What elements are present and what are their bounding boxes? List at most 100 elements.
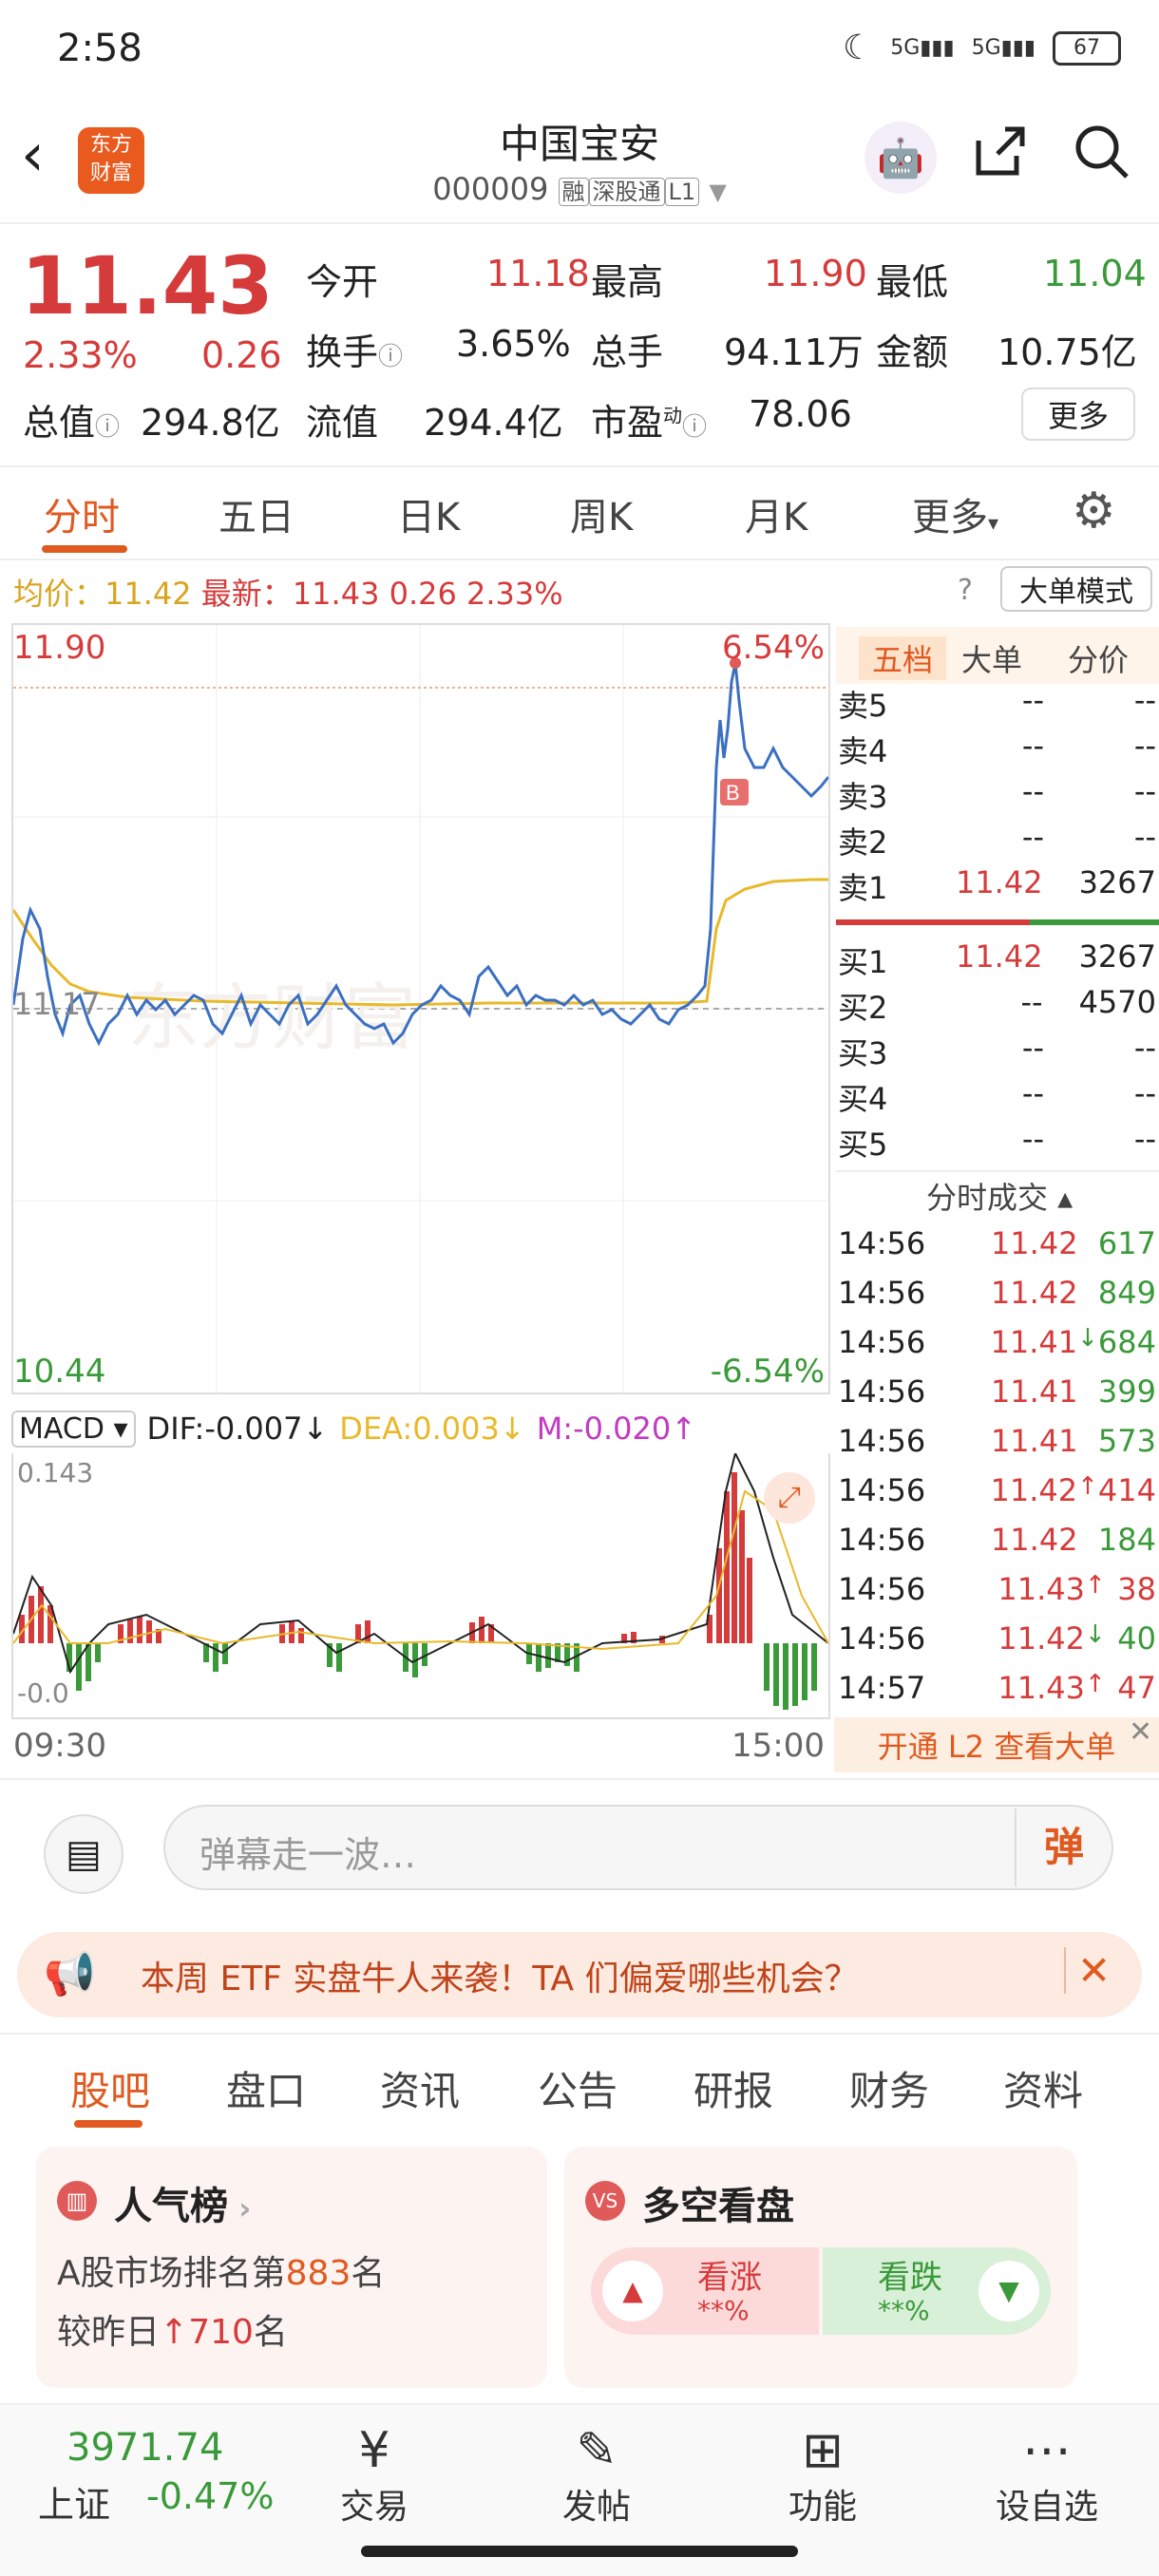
expand-icon[interactable]: ⤢ xyxy=(764,1472,815,1524)
bids-row[interactable]: 买1 11.42 3267 xyxy=(838,938,1156,984)
down-arrow-icon: ▼ xyxy=(978,2261,1039,2321)
index-name: 上证 xyxy=(38,2484,111,2526)
amount-value: 10.75亿 xyxy=(998,331,1137,373)
intraday-chart[interactable]: 东方财富 B 11.90 6.54% 11.17 10.44 -6.54% xyxy=(11,623,830,1394)
danmu-placeholder: 弹幕走一波… xyxy=(200,1834,417,1876)
tab-weekly-k[interactable]: 周K xyxy=(570,486,633,541)
nav-post[interactable]: ✎ 发帖 xyxy=(521,2403,673,2529)
tab-monthly-k[interactable]: 月K xyxy=(745,486,808,541)
trade-arrow xyxy=(1078,1373,1098,1423)
tab-intraday[interactable]: 分时 xyxy=(44,486,120,541)
moon-icon: ☾ xyxy=(842,28,874,67)
bull-button[interactable]: ▲ 看涨 **% xyxy=(591,2247,819,2335)
bids-price: -- xyxy=(1021,1075,1044,1111)
info-icon[interactable]: ⓘ xyxy=(95,413,120,442)
status-time: 2:58 xyxy=(57,27,142,70)
sentiment-card[interactable]: VS 多空看盘 ▲ 看涨 **% 看跌 **% ▼ xyxy=(564,2147,1077,2388)
trades-title[interactable]: 分时成交 ▴ xyxy=(926,1174,1073,1218)
nav-trade[interactable]: ¥ 交易 xyxy=(298,2403,450,2529)
asks-row[interactable]: 卖5 -- -- xyxy=(838,682,1156,728)
settings-icon[interactable]: ⚙ xyxy=(1072,483,1116,540)
tab-finance[interactable]: 财务 xyxy=(849,2059,929,2117)
tab-big-orders[interactable]: 大单 xyxy=(961,636,1022,680)
asks-row[interactable]: 卖2 -- -- xyxy=(838,819,1156,864)
trade-time: 14:56 xyxy=(838,1423,926,1459)
trade-arrow: ↑ xyxy=(1077,1472,1098,1501)
time-end: 15:00 xyxy=(732,1727,825,1765)
asks-row[interactable]: 卖3 -- -- xyxy=(838,773,1156,819)
share-icon[interactable] xyxy=(969,122,1028,194)
pe-value: 78.06 xyxy=(749,393,852,435)
notice-close-icon[interactable]: ✕ xyxy=(1064,1947,1111,1994)
y-axis-mid: 11.17 xyxy=(13,986,101,1022)
macd-chart[interactable]: 0.143 -0.0 ⤢ xyxy=(11,1453,830,1719)
trade-time: 14:56 xyxy=(838,1571,926,1607)
trade-time: 14:56 xyxy=(838,1275,926,1311)
trade-row: 14:56 11.42 184 xyxy=(838,1522,1156,1571)
close-icon[interactable]: ✕ xyxy=(1129,1715,1152,1749)
mcap-label[interactable]: 总值ⓘ xyxy=(23,393,120,445)
dropdown-icon[interactable]: ▼ xyxy=(709,179,726,205)
search-icon[interactable] xyxy=(1072,122,1130,194)
trade-time: 14:57 xyxy=(838,1670,926,1706)
tab-pankou[interactable]: 盘口 xyxy=(226,2059,306,2117)
bids-price: -- xyxy=(1021,1030,1044,1066)
trade-row: 14:56 11.42 617 xyxy=(838,1225,1156,1275)
asks-price: -- xyxy=(1021,819,1044,855)
big-order-mode-button[interactable]: 大单模式 xyxy=(1000,566,1152,612)
asks-row[interactable]: 卖1 11.42 3267 xyxy=(838,864,1156,910)
macd-dif-line xyxy=(13,1453,828,1675)
bids-label: 买3 xyxy=(838,1035,888,1071)
nav-add-watchlist[interactable]: ⋯ 设自选 xyxy=(971,2403,1123,2529)
pe-label[interactable]: 市盈动ⓘ xyxy=(591,393,707,445)
change-pct: 2.33% xyxy=(23,334,138,376)
trade-row: 14:56 11.42 849 xyxy=(838,1275,1156,1324)
watermark: 东方财富 xyxy=(127,978,416,1059)
tab-more[interactable]: 更多▾ xyxy=(912,486,998,541)
nav-functions[interactable]: ⊞ 功能 xyxy=(747,2403,899,2529)
tab-research[interactable]: 研报 xyxy=(694,2059,773,2117)
tab-announcements[interactable]: 公告 xyxy=(538,2059,618,2117)
high-value: 11.90 xyxy=(764,253,867,294)
bids-row[interactable]: 买2 -- 4570 xyxy=(838,984,1156,1030)
tab-five-levels[interactable]: 五档 xyxy=(859,636,947,680)
bids-row[interactable]: 买3 -- -- xyxy=(838,1030,1156,1075)
bids-label: 买2 xyxy=(838,990,888,1026)
asks-label: 卖1 xyxy=(838,870,888,906)
trade-price: 11.41 xyxy=(990,1373,1078,1410)
bids-row[interactable]: 买5 -- -- xyxy=(838,1121,1156,1166)
bids-row[interactable]: 买4 -- -- xyxy=(838,1075,1156,1121)
trade-volume: 40 xyxy=(1117,1620,1156,1657)
asks-volume: 3267 xyxy=(1078,864,1156,900)
danmu-settings-icon[interactable]: ▤ xyxy=(44,1814,124,1894)
trade-price: 11.42 xyxy=(990,1225,1078,1261)
tab-profile[interactable]: 资料 xyxy=(1003,2059,1083,2117)
info-icon[interactable]: ⓘ xyxy=(378,343,403,371)
info-icon[interactable]: ⓘ xyxy=(682,413,707,442)
popularity-card[interactable]: ▥ 人气榜 › A股市场排名第883名 较昨日↑710名 xyxy=(36,2147,547,2388)
index-value[interactable]: 3971.74 xyxy=(66,2426,223,2470)
trade-volume: 184 xyxy=(1097,1522,1156,1558)
danmu-toggle-button[interactable]: 弹 xyxy=(1015,1809,1112,1886)
turnover-label[interactable]: 换手ⓘ xyxy=(306,323,403,375)
help-icon[interactable]: ? xyxy=(958,574,973,607)
popularity-title: 人气榜 › xyxy=(114,2185,252,2228)
trade-volume: 38 xyxy=(1117,1571,1156,1607)
tab-daily-k[interactable]: 日K xyxy=(397,486,460,541)
signal-icon: 5G▮▮▮ xyxy=(890,36,955,60)
trade-row: 14:56 11.41 573 xyxy=(838,1423,1156,1472)
tab-guba[interactable]: 股吧 xyxy=(70,2059,150,2117)
assistant-avatar-icon[interactable]: 🤖 xyxy=(864,122,937,194)
trade-price: 11.42 xyxy=(990,1472,1078,1508)
home-indicator[interactable] xyxy=(361,2546,798,2557)
more-button[interactable]: 更多 xyxy=(1021,388,1135,441)
tab-price-distribution[interactable]: 分价 xyxy=(1068,636,1129,680)
divider xyxy=(836,1170,1159,1172)
asks-row[interactable]: 卖4 -- -- xyxy=(838,728,1156,773)
tab-news[interactable]: 资讯 xyxy=(380,2059,460,2117)
macd-selector[interactable]: MACD ▾ xyxy=(11,1410,136,1448)
trade-time: 14:56 xyxy=(838,1373,926,1410)
tab-5day[interactable]: 五日 xyxy=(218,486,294,541)
l2-upgrade-banner[interactable]: 开通 L2 查看大单 xyxy=(834,1717,1159,1772)
bear-button[interactable]: 看跌 **% ▼ xyxy=(823,2247,1051,2335)
